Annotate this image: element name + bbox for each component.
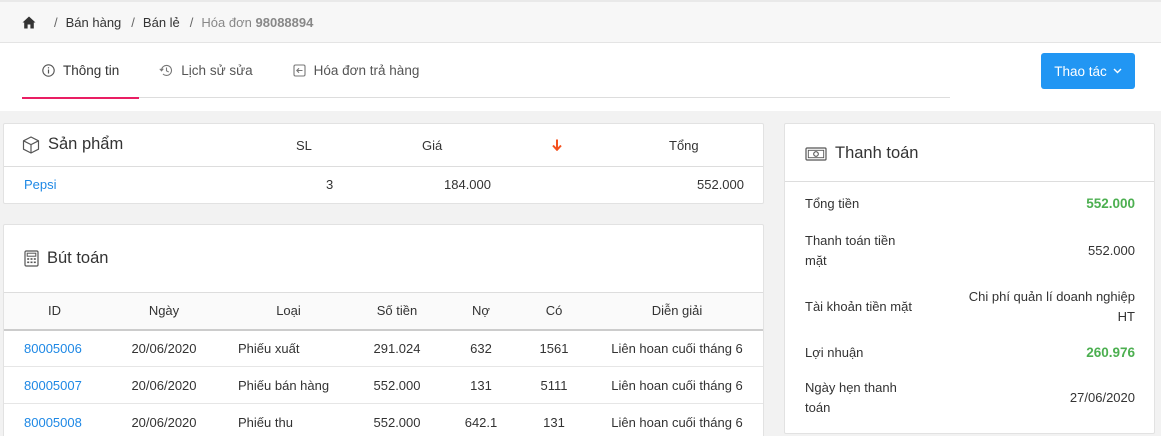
product-qty: 3: [326, 177, 334, 192]
col-price: Giá: [422, 138, 443, 153]
sort-arrow-icon[interactable]: [552, 139, 562, 151]
col-qty: SL: [296, 138, 312, 153]
payment-card: Thanh toán Tổng tiền 552.000 Thanh toán …: [784, 123, 1155, 434]
entry-credit: 5111: [517, 366, 591, 404]
tab-return-invoice[interactable]: Hóa đơn trả hàng: [273, 43, 440, 98]
entry-debit: 131: [445, 366, 517, 404]
total-label: Tổng tiền: [805, 196, 860, 211]
breadcrumb: / Bán hàng / Bán lẻ / Hóa đơn 98088894: [22, 15, 313, 30]
entries-title: Bút toán: [47, 249, 109, 267]
total-value: 552.000: [1086, 196, 1135, 211]
entry-type: Phiếu thu: [228, 403, 349, 436]
return-icon: [293, 64, 306, 77]
breadcrumb-sales[interactable]: Bán hàng: [66, 15, 122, 30]
chevron-down-icon: [1113, 68, 1122, 74]
products-title: Sản phẩm: [48, 135, 124, 153]
entry-description: Liên hoan cuối tháng 6: [591, 366, 763, 404]
breadcrumb-current: Hóa đơn 98088894: [201, 15, 313, 30]
entry-amount: 291.024: [349, 329, 445, 367]
entry-debit: 642.1: [445, 403, 517, 436]
entry-date: 20/06/2020: [100, 366, 228, 404]
product-name-link[interactable]: Pepsi: [24, 177, 57, 192]
journal-entries-card: Bút toán ID Ngày Loại Số tiền Nợ Có Diễn…: [3, 224, 764, 436]
payment-profit-row: Lợi nhuận 260.976: [805, 343, 1135, 363]
table-row: 80005007 20/06/2020 Phiếu bán hàng 552.0…: [4, 366, 763, 404]
history-icon: [159, 64, 173, 77]
tab-bar: Thông tin Lịch sử sửa Hóa đơn trả hàng T…: [0, 43, 1161, 111]
box-icon: [22, 135, 40, 154]
due-date-label: Ngày hẹn thanh toán: [805, 380, 897, 415]
cash-account-label: Tài khoản tiền mặt: [805, 299, 912, 314]
entry-date: 20/06/2020: [100, 403, 228, 436]
tab-info[interactable]: Thông tin: [22, 43, 140, 99]
products-header: Sản phẩm SL Giá Tổng: [4, 124, 763, 167]
payment-due-row: Ngày hẹn thanh toán 27/06/2020: [805, 378, 1135, 418]
col-amount: Số tiền: [349, 292, 445, 331]
tabs: Thông tin Lịch sử sửa Hóa đơn trả hàng: [22, 43, 950, 99]
actions-dropdown-button[interactable]: Thao tác: [1041, 53, 1135, 89]
entry-description: Liên hoan cuối tháng 6: [591, 329, 763, 367]
breadcrumb-bar: / Bán hàng / Bán lẻ / Hóa đơn 98088894: [0, 0, 1161, 43]
tab-history-label: Lịch sử sửa: [181, 63, 253, 78]
entry-amount: 552.000: [349, 403, 445, 436]
actions-button-label: Thao tác: [1054, 63, 1107, 79]
tab-info-label: Thông tin: [63, 63, 120, 78]
entries-header-row: ID Ngày Loại Số tiền Nợ Có Diễn giải: [4, 292, 763, 331]
info-icon: [42, 64, 55, 77]
col-debit: Nợ: [445, 292, 517, 331]
entry-type: Phiếu xuất: [228, 329, 349, 367]
col-description: Diễn giải: [591, 292, 763, 331]
payment-title: Thanh toán: [835, 144, 919, 162]
entry-id-link[interactable]: 80005008: [24, 415, 82, 430]
col-total: Tổng: [669, 138, 699, 153]
payment-title-group: Thanh toán: [805, 144, 918, 163]
entry-description: Liên hoan cuối tháng 6: [591, 403, 763, 436]
breadcrumb-current-label: Hóa đơn: [201, 14, 252, 30]
entries-title-group: Bút toán: [24, 249, 108, 268]
cash-payment-value: 552.000: [1088, 243, 1135, 258]
invoice-number: 98088894: [255, 14, 314, 30]
cash-account-value: Chi phí quản lí doanh nghiệp HT: [968, 289, 1135, 324]
payment-account-row: Tài khoản tiền mặt Chi phí quản lí doanh…: [805, 287, 1135, 327]
entries-table: ID Ngày Loại Số tiền Nợ Có Diễn giải 800…: [4, 292, 763, 436]
cash-payment-label: Thanh toán tiền mặt: [805, 233, 896, 268]
entry-type: Phiếu bán hàng: [228, 366, 349, 404]
entry-date: 20/06/2020: [100, 329, 228, 367]
entry-debit: 632: [445, 329, 517, 367]
entry-credit: 131: [517, 403, 591, 436]
col-type: Loại: [228, 292, 349, 331]
table-row: 80005006 20/06/2020 Phiếu xuất 291.024 6…: [4, 329, 763, 367]
breadcrumb-retail[interactable]: Bán lẻ: [143, 15, 180, 30]
table-row: 80005008 20/06/2020 Phiếu thu 552.000 64…: [4, 403, 763, 436]
payment-cash-row: Thanh toán tiền mặt 552.000: [805, 231, 1135, 271]
entry-credit: 1561: [517, 329, 591, 367]
entry-id-link[interactable]: 80005007: [24, 378, 82, 393]
profit-value: 260.976: [1086, 345, 1135, 360]
tab-history[interactable]: Lịch sử sửa: [139, 43, 272, 98]
entry-id-link[interactable]: 80005006: [24, 341, 82, 356]
calculator-icon: [24, 250, 39, 267]
col-credit: Có: [517, 292, 591, 331]
money-icon: [805, 146, 827, 161]
entry-amount: 552.000: [349, 366, 445, 404]
product-total: 552.000: [697, 177, 744, 192]
profit-label: Lợi nhuận: [805, 345, 864, 360]
tab-return-label: Hóa đơn trả hàng: [313, 63, 420, 78]
product-price: 184.000: [444, 177, 491, 192]
due-date-value: 27/06/2020: [1069, 390, 1135, 405]
payment-total-row: Tổng tiền 552.000: [805, 194, 1135, 214]
home-icon[interactable]: [22, 16, 36, 29]
col-id: ID: [4, 292, 100, 331]
products-title-group: Sản phẩm: [22, 135, 123, 154]
col-date: Ngày: [100, 292, 228, 331]
products-card: Sản phẩm SL Giá Tổng Pepsi 3 184.000 552…: [3, 123, 764, 204]
payment-header: Thanh toán: [785, 124, 1154, 182]
